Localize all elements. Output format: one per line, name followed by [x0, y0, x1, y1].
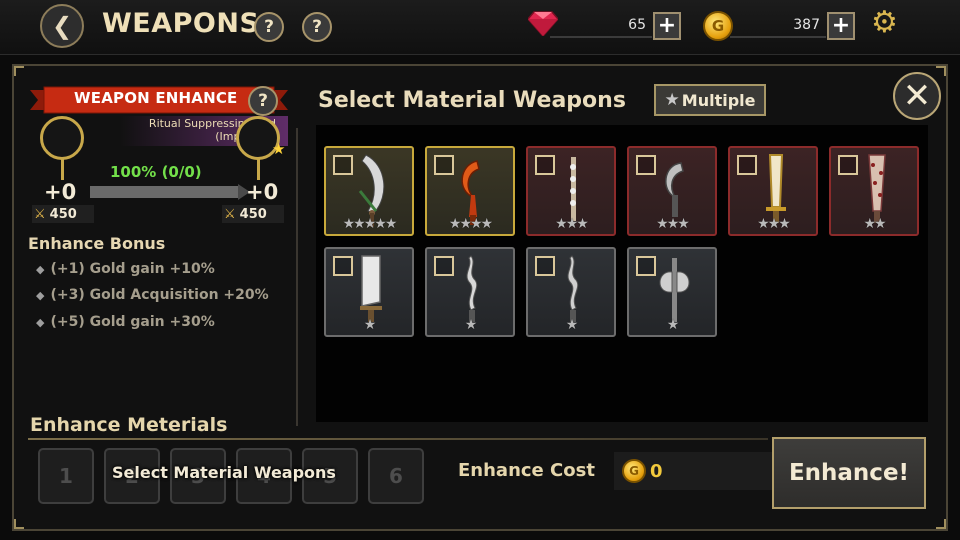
add-gems-button[interactable]: +: [653, 12, 681, 40]
current-power: ⚔ 450: [32, 205, 94, 223]
chevron-left-icon: ❮: [51, 12, 73, 40]
progress-bar: [90, 186, 240, 198]
frame-corner: [936, 66, 946, 76]
progress-fill: [90, 186, 240, 198]
rarity-stars: ★★★: [757, 216, 791, 232]
next-level: +0: [246, 180, 279, 204]
rarity-stars: ★: [464, 317, 478, 333]
enhance-help-button[interactable]: ?: [248, 86, 278, 116]
bonus-item: ◆ (+3) Gold Acquisition +20%: [36, 287, 269, 303]
weapon-slot-scythe-blade[interactable]: ★★★★★: [324, 146, 414, 236]
rod-shaft: [257, 158, 260, 180]
current-power-value: 450: [49, 206, 77, 222]
rarity-stars: ★: [565, 317, 579, 333]
star-badge-icon: ★: [272, 140, 286, 158]
current-level: +0: [44, 180, 77, 204]
close-button[interactable]: ✕: [893, 72, 941, 120]
material-slot-1[interactable]: 1: [38, 448, 94, 504]
enhance-cost-label: Enhance Cost: [458, 460, 595, 481]
progress-text: 100% (0/0): [110, 163, 202, 181]
current-weapon-icon: [40, 116, 84, 160]
select-material-title: Select Material Weapons: [318, 88, 626, 113]
weapon-slot-wavy-sword[interactable]: ★: [425, 247, 515, 337]
close-icon: ✕: [902, 76, 932, 116]
weapon-slot-spiked-rod[interactable]: ★★★: [526, 146, 616, 236]
weapon-slot-hook-blade[interactable]: ★★★: [627, 146, 717, 236]
bonus-text: (+5) Gold gain +30%: [50, 314, 215, 330]
rarity-stars: ★: [363, 317, 377, 333]
enhance-cost-value: 0: [650, 460, 663, 482]
rarity-stars: ★★★: [555, 216, 589, 232]
weapon-slot-golden-sword[interactable]: ★★★: [728, 146, 818, 236]
materials-divider: [28, 438, 768, 440]
material-slot-6[interactable]: 6: [368, 448, 424, 504]
gem-count: 65: [550, 14, 652, 38]
rarity-stars: ★★: [863, 216, 886, 232]
rarity-stars: ★★★: [656, 216, 690, 232]
weapon-slot-spiked-club[interactable]: ★★: [829, 146, 919, 236]
frame-corner: [14, 519, 24, 529]
rod-shaft: [61, 158, 64, 180]
weapon-slot-wavy-sword-2[interactable]: ★: [526, 247, 616, 337]
panel-divider: [296, 128, 298, 426]
bonus-text: (+3) Gold Acquisition +20%: [50, 287, 269, 303]
rarity-stars: ★: [666, 317, 680, 333]
bonus-item: ◆ (+1) Gold gain +10%: [36, 261, 215, 277]
help-button[interactable]: ?: [254, 12, 284, 42]
rarity-stars: ★★★★: [448, 216, 493, 232]
select-material-hint: Select Material Weapons: [112, 463, 336, 482]
enhance-cost-box: G 0: [614, 452, 774, 490]
diamond-bullet-icon: ◆: [36, 263, 45, 276]
gold-coin-icon: G: [703, 11, 733, 41]
enhance-button[interactable]: Enhance!: [772, 437, 926, 509]
frame-corner: [14, 66, 24, 76]
rarity-stars: ★★★★★: [342, 216, 398, 232]
next-power: ⚔ 450: [222, 205, 284, 223]
star-icon: ★: [664, 90, 680, 110]
crossed-swords-icon: ⚔: [224, 206, 236, 222]
add-gold-button[interactable]: +: [827, 12, 855, 40]
weapon-enhance-label: WEAPON ENHANCE: [74, 89, 238, 107]
weapon-slot-battle-axe[interactable]: ★: [627, 247, 717, 337]
multiple-select-button[interactable]: ★ Multiple: [654, 84, 766, 116]
crossed-swords-icon: ⚔: [34, 206, 46, 222]
enhance-bonus-title: Enhance Bonus: [28, 234, 166, 253]
gold-count: 387: [730, 14, 826, 38]
gear-icon[interactable]: ⚙: [871, 8, 898, 38]
help-button-2[interactable]: ?: [302, 12, 332, 42]
diamond-bullet-icon: ◆: [36, 289, 45, 302]
weapon-slot-crescent-dagger[interactable]: ★★★★: [425, 146, 515, 236]
frame-corner: [936, 519, 946, 529]
weapon-slot-cleaver[interactable]: ★: [324, 247, 414, 337]
next-power-value: 450: [239, 206, 267, 222]
page-title: WEAPONS: [102, 8, 260, 39]
enhance-materials-title: Enhance Meterials: [30, 414, 228, 436]
multiple-label: Multiple: [681, 90, 756, 110]
bonus-item: ◆ (+5) Gold gain +30%: [36, 314, 215, 330]
bonus-text: (+1) Gold gain +10%: [50, 261, 215, 277]
diamond-bullet-icon: ◆: [36, 316, 45, 329]
back-button[interactable]: ❮: [40, 4, 84, 48]
gold-coin-icon: G: [622, 459, 646, 483]
